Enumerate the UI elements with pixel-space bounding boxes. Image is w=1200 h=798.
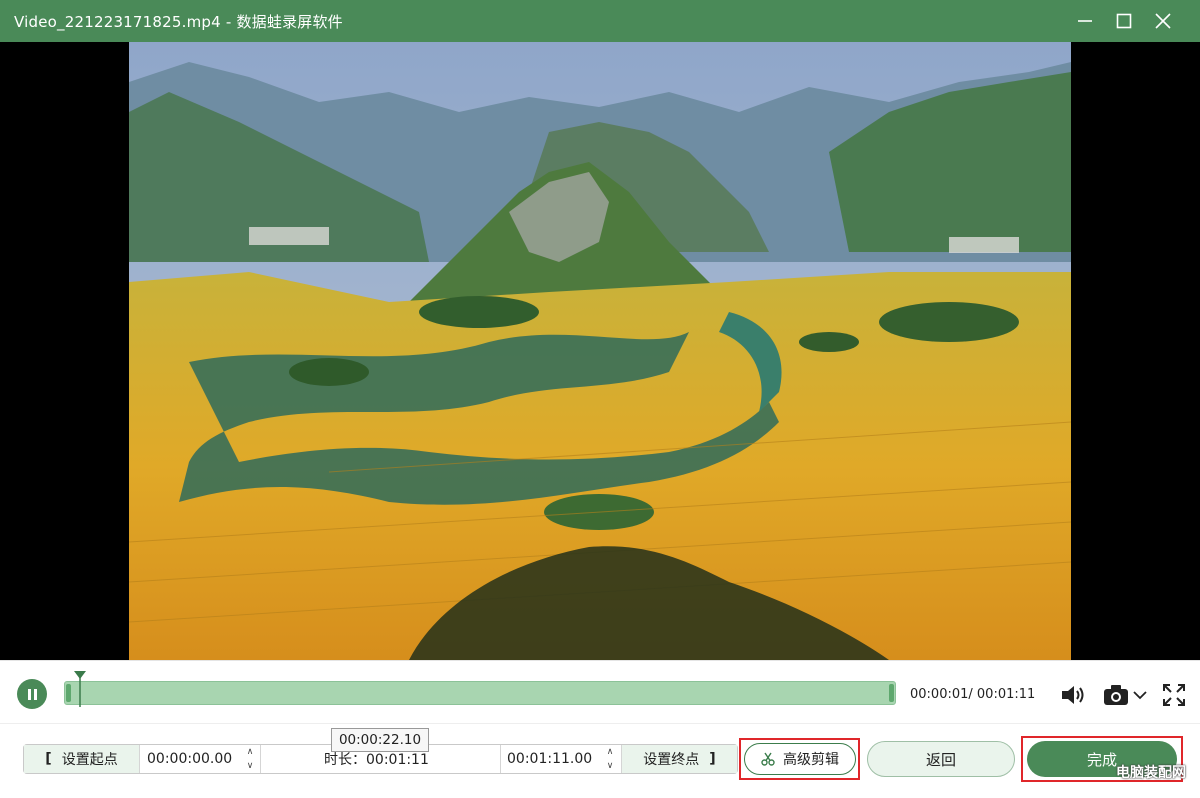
chevron-down-icon: [1132, 691, 1147, 700]
end-time-value: 00:01:11.00: [507, 751, 593, 767]
close-icon: [1155, 13, 1171, 29]
spin-down-icon[interactable]: ∨: [247, 760, 254, 772]
screenshot-button[interactable]: [1099, 681, 1149, 709]
separator: [260, 745, 261, 773]
video-player[interactable]: [0, 42, 1200, 660]
minimize-button[interactable]: [1066, 0, 1104, 42]
close-button[interactable]: [1144, 0, 1182, 42]
pause-icon: [26, 688, 38, 700]
fullscreen-button[interactable]: [1160, 681, 1188, 709]
back-button[interactable]: 返回: [867, 741, 1015, 777]
controls-panel: 00:00:01/ 00:01:11 [设置起点 00:00:00.00 ∧ …: [0, 660, 1200, 798]
set-start-button[interactable]: [ 设置起点: [24, 745, 139, 773]
time-readout: 00:00:01/ 00:01:11: [910, 687, 1036, 702]
separator: [139, 745, 140, 773]
start-time-field[interactable]: 00:00:00.00: [147, 745, 243, 773]
video-frame: [129, 42, 1071, 660]
speaker-icon: [1062, 686, 1084, 704]
volume-button[interactable]: [1058, 681, 1088, 709]
camera-icon: [1103, 685, 1128, 705]
window-title: Video_221223171825.mp4 - 数据蛙录屏软件: [14, 13, 343, 31]
bracket-left-icon: [: [45, 751, 52, 767]
done-label: 完成: [1086, 750, 1117, 769]
advanced-edit-label: 高级剪辑: [783, 752, 839, 768]
tooltip-text: 00:00:22.10: [338, 732, 422, 748]
spin-down-icon[interactable]: ∨: [607, 760, 614, 772]
separator: [500, 745, 501, 773]
fullscreen-icon: [1163, 684, 1185, 706]
playhead-marker[interactable]: [73, 671, 87, 707]
trim-end-handle[interactable]: [889, 684, 894, 702]
progress-track[interactable]: [64, 681, 896, 705]
watermark-text: 电脑装配网: [1116, 765, 1186, 781]
end-time-field[interactable]: 00:01:11.00: [507, 745, 603, 773]
spin-up-icon[interactable]: ∧: [247, 746, 254, 758]
maximize-button[interactable]: [1105, 0, 1143, 42]
landscape-video-frame: [129, 42, 1071, 660]
set-end-button[interactable]: 设置终点 ]: [622, 745, 737, 773]
advanced-edit-button[interactable]: 高级剪辑: [744, 743, 856, 775]
scissors-icon: [761, 752, 775, 766]
end-time-spinner[interactable]: ∧ ∨: [602, 746, 618, 772]
maximize-icon: [1116, 13, 1132, 29]
back-label: 返回: [925, 750, 956, 769]
start-time-spinner[interactable]: ∧ ∨: [242, 746, 258, 772]
start-time-value: 00:00:00.00: [147, 751, 233, 767]
duration-label: 时长：00:01:11: [324, 752, 429, 768]
title-bar: Video_221223171825.mp4 - 数据蛙录屏软件: [0, 0, 1200, 42]
trim-start-handle[interactable]: [66, 684, 71, 702]
controls-divider: [0, 723, 1200, 724]
minimize-icon: [1078, 20, 1092, 22]
set-start-label: 设置起点: [61, 752, 118, 768]
time-tooltip: 00:00:22.10: [331, 728, 429, 752]
set-end-label: 设置终点: [643, 752, 700, 768]
bracket-right-icon: ]: [709, 751, 716, 767]
pause-button[interactable]: [17, 679, 47, 709]
spin-up-icon[interactable]: ∧: [607, 746, 614, 758]
